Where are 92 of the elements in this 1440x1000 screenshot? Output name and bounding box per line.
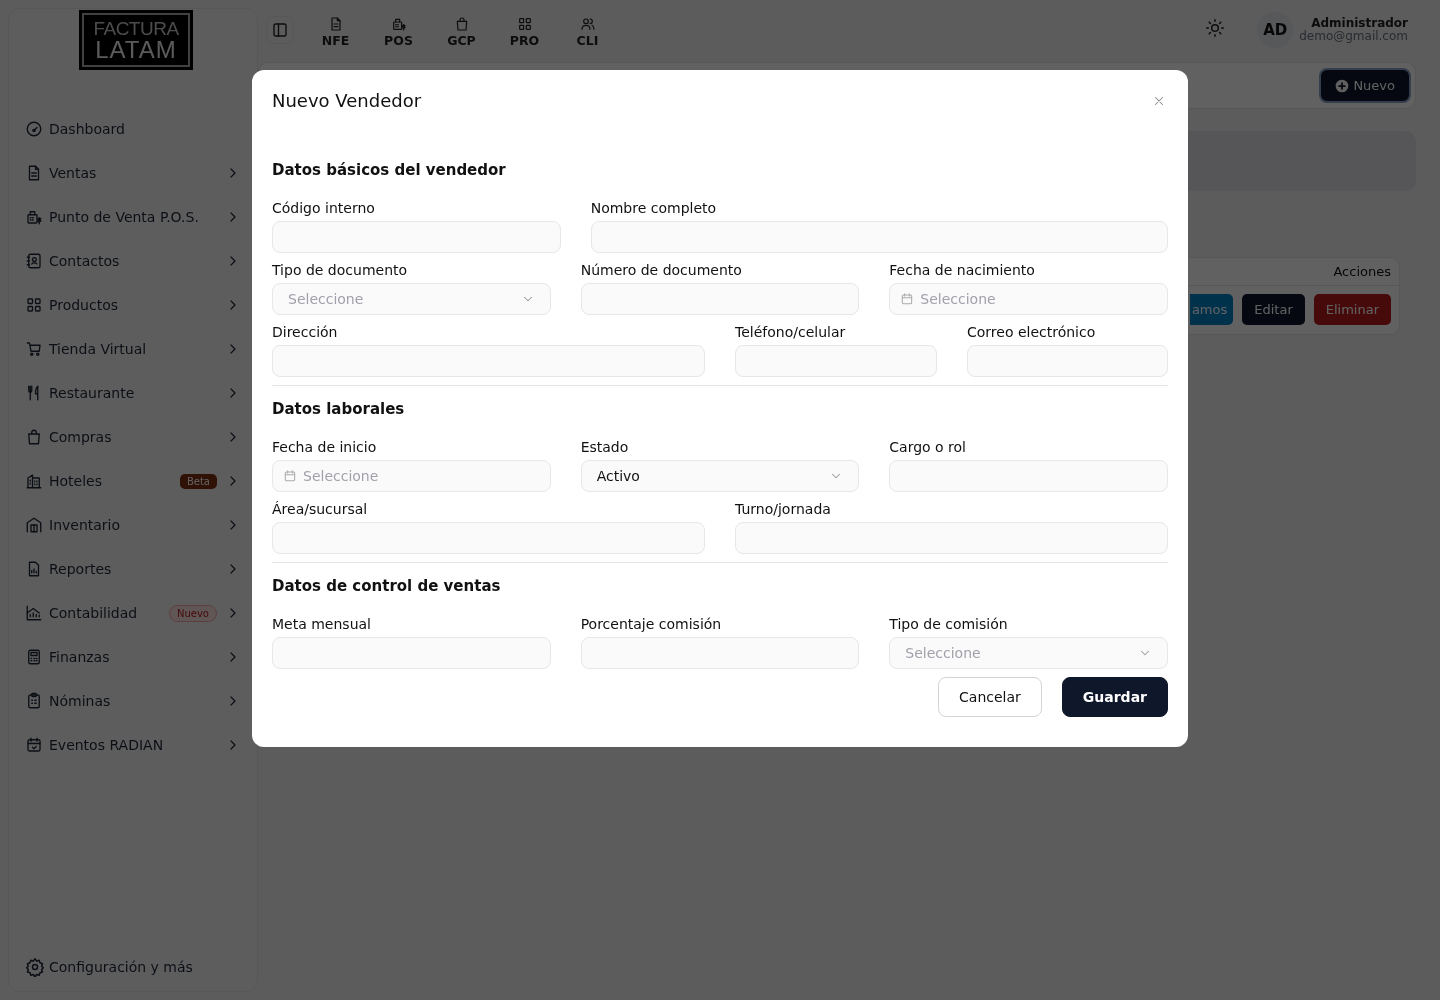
input-field[interactable] xyxy=(735,345,937,377)
sidebar-item[interactable]: Restaurante xyxy=(25,371,241,415)
input-field[interactable] xyxy=(580,283,860,315)
sidebar-item[interactable]: Punto de Venta P.O.S. xyxy=(25,195,241,239)
chart-icon xyxy=(25,604,43,622)
action-button[interactable]: amos xyxy=(1189,294,1234,325)
register-icon xyxy=(390,16,407,32)
section-title: Datos de control de ventas xyxy=(272,577,502,595)
sidebar-item[interactable]: Dashboard xyxy=(25,107,241,151)
cart-icon xyxy=(25,340,43,358)
input-field[interactable] xyxy=(272,221,561,253)
grid-icon xyxy=(516,16,533,32)
field-label: Dirección xyxy=(272,323,339,342)
sidebar-item[interactable]: Ventas xyxy=(25,151,241,195)
sidebar-item[interactable]: Tienda Virtual xyxy=(25,327,241,371)
shortcut-button[interactable]: POS xyxy=(367,12,430,48)
field-label: Estado xyxy=(580,438,630,457)
user-name: Administrador xyxy=(1311,16,1408,30)
input-field[interactable] xyxy=(272,637,551,669)
field-label: Teléfono/celular xyxy=(735,323,847,342)
field-label: Cargo o rol xyxy=(889,438,967,457)
field-label: Tipo de documento xyxy=(272,261,409,280)
warehouse-icon xyxy=(25,516,43,534)
sun-icon xyxy=(1205,18,1226,38)
action-button[interactable]: Editar xyxy=(1242,294,1305,325)
sidebar-item[interactable]: Hoteles Beta xyxy=(25,459,241,503)
logo-text: LATAM xyxy=(95,37,177,62)
sidebar-item[interactable]: Nóminas xyxy=(25,679,241,723)
field-label: Meta mensual xyxy=(272,615,372,634)
save-button[interactable]: Guardar xyxy=(1061,677,1168,717)
date-field[interactable]: Seleccione xyxy=(889,283,1168,315)
panel-icon xyxy=(271,21,289,39)
field-label: Área/sucursal xyxy=(272,500,369,519)
section-title: Datos básicos del vendedor xyxy=(272,161,507,179)
avatar[interactable]: AD xyxy=(1257,12,1294,48)
dropdown[interactable]: Activo xyxy=(580,460,860,492)
sidebar-toggle-button[interactable] xyxy=(266,16,294,44)
calendar-icon xyxy=(25,736,43,754)
gauge-icon xyxy=(25,120,43,138)
field-label: Porcentaje comisión xyxy=(580,615,723,634)
column-header: Acciones xyxy=(1333,264,1391,279)
shortcut-button[interactable]: NFE xyxy=(304,12,367,48)
shortcut-button[interactable]: CLI xyxy=(556,12,619,48)
field-label: Fecha de nacimiento xyxy=(889,261,1036,280)
dropdown[interactable]: Seleccione xyxy=(889,637,1168,669)
calendar-icon xyxy=(283,469,297,483)
field-label: Número de documento xyxy=(580,261,743,280)
sidebar-item[interactable]: Compras xyxy=(25,415,241,459)
settings-icon xyxy=(25,957,45,977)
dropdown[interactable]: Seleccione xyxy=(272,283,551,315)
users-icon xyxy=(579,16,596,32)
shopping-bag-icon xyxy=(25,428,43,446)
action-button[interactable]: Eliminar xyxy=(1313,294,1391,325)
sidebar-item[interactable]: Productos xyxy=(25,283,241,327)
badge: Nuevo xyxy=(169,604,217,622)
input-field[interactable] xyxy=(735,522,1168,554)
field-label: Nombre completo xyxy=(590,199,718,218)
sidebar-item[interactable]: Reportes xyxy=(25,547,241,591)
input-field[interactable] xyxy=(889,460,1168,492)
field-label: Código interno xyxy=(272,199,376,218)
calculator-icon xyxy=(25,648,43,666)
input-field[interactable] xyxy=(590,221,1168,253)
contact-card-icon xyxy=(25,252,43,270)
grid-icon xyxy=(25,296,43,314)
field-label: Fecha de inicio xyxy=(272,438,378,457)
shortcut-button[interactable]: PRO xyxy=(493,12,556,48)
new-button[interactable]: Nuevo xyxy=(1319,68,1411,103)
date-field[interactable]: Seleccione xyxy=(272,460,551,492)
building-icon xyxy=(25,472,43,490)
field-label: Turno/jornada xyxy=(735,500,832,519)
sidebar-item[interactable]: Inventario xyxy=(25,503,241,547)
section-title: Datos laborales xyxy=(272,400,406,418)
sidebar-item[interactable]: Finanzas xyxy=(25,635,241,679)
input-field[interactable] xyxy=(967,345,1168,377)
shortcut-button[interactable]: GCP xyxy=(430,12,493,48)
input-field[interactable] xyxy=(272,522,705,554)
sidebar-item[interactable]: Contactos xyxy=(25,239,241,283)
logo-text: FACTURA xyxy=(93,18,179,38)
field-label: Tipo de comisión xyxy=(889,615,1009,634)
badge: Beta xyxy=(179,473,217,489)
clipboard-icon xyxy=(25,692,43,710)
field-label: Correo electrónico xyxy=(967,323,1097,342)
input-field[interactable] xyxy=(272,345,705,377)
register-icon xyxy=(25,208,43,226)
settings-link[interactable]: Configuración y más xyxy=(25,957,241,977)
sidebar-item[interactable]: Eventos RADIAN xyxy=(25,723,241,767)
dialog-title: Nuevo Vendedor xyxy=(272,90,422,111)
input-field[interactable] xyxy=(580,637,860,669)
plus-circle-icon xyxy=(1335,78,1350,93)
calendar-icon xyxy=(900,292,915,306)
sidebar-item[interactable]: Contabilidad Nuevo xyxy=(25,591,241,635)
cancel-button[interactable]: Cancelar xyxy=(938,677,1042,717)
